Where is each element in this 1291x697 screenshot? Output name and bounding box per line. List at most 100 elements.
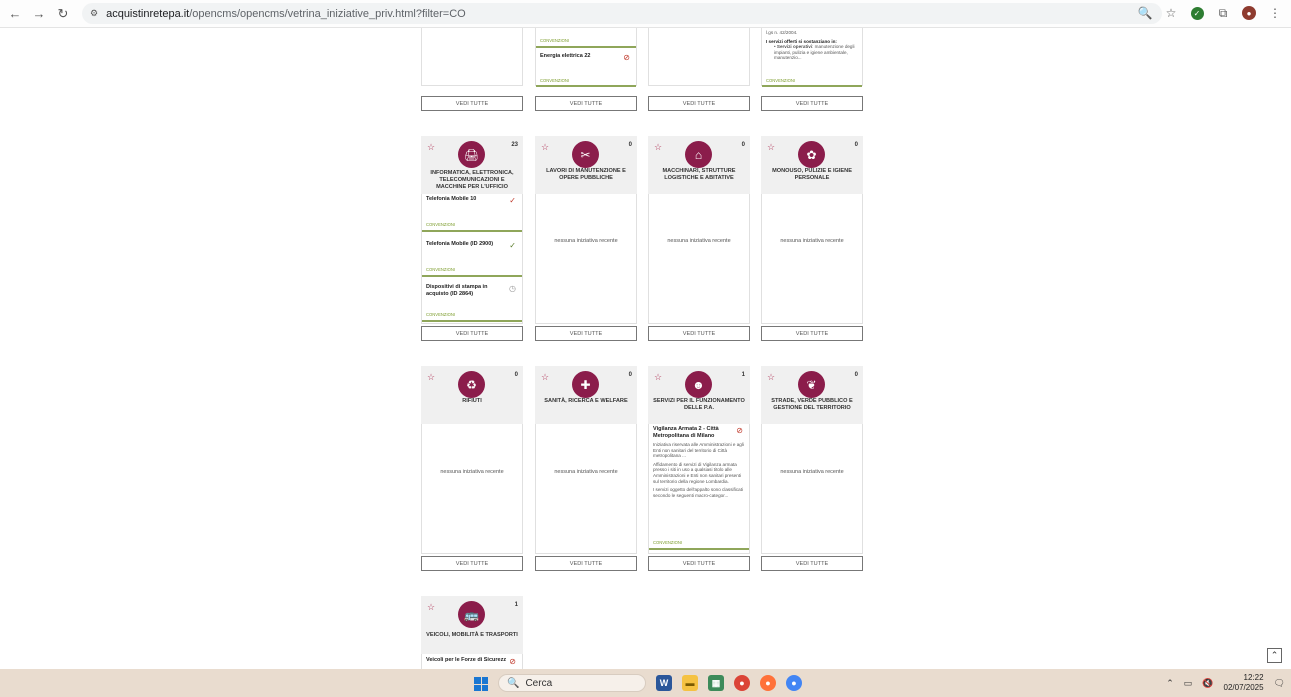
back-icon[interactable]: ← [6,5,24,23]
printer-icon: 🖨 [458,141,485,168]
divider [649,548,749,550]
image-viewer-icon[interactable]: ▦ [708,675,724,691]
system-tray: ⌃ ▭ 🔇 12:22 02/07/2025 🗨 [1166,673,1285,693]
taskbar-search[interactable]: 🔍 Cerca [498,674,646,692]
initiative-item[interactable]: Veicoli per le Forze di Sicurezza 6 ⊘ [422,657,522,666]
favorite-star-icon[interactable]: ☆ [767,372,775,383]
initiative-tag: CONVENZIONI [766,78,796,83]
empty-state-text: nessuna iniziativa recente [554,469,618,475]
clock[interactable]: 12:22 02/07/2025 [1224,673,1264,693]
health-icon: ✚ [572,371,599,398]
favorite-star-icon[interactable]: ☆ [427,372,435,383]
divider [422,320,522,322]
status-circle-check-icon: ⊘ [509,657,516,666]
initiative-tag: CONVENZIONI [426,267,456,272]
bus-icon: 🚌 [458,601,485,628]
favorite-star-icon[interactable]: ☆ [767,142,775,153]
address-bar[interactable]: ⚙ acquistinretepa.it /opencms/opencms/ve… [82,3,1162,24]
firefox-app-icon[interactable]: ● [760,675,776,691]
vedi-tutte-button[interactable]: VEDI TUTTE [421,326,523,341]
initiative-item[interactable]: Vigilanza Armata 2 - Città Metropolitana… [649,426,749,498]
divider [536,46,636,48]
favorite-star-icon[interactable]: ☆ [654,142,662,153]
menu-kebab-icon[interactable]: ⋮ [1267,5,1283,21]
category-card [421,28,523,86]
card-header: ☆ 1 ☻ SERVIZI PER IL FUNZIONAMENTO DELLE… [648,366,750,424]
spray-icon: ✿ [798,141,825,168]
initiative-item[interactable]: Dispositivi di stampa in acquisto (ID 28… [422,284,522,297]
favorite-star-icon[interactable]: ☆ [427,602,435,613]
category-title[interactable]: RIFIUTI [425,398,519,405]
favorite-star-icon[interactable]: ☆ [427,142,435,153]
chrome-profile-app-icon[interactable]: ● [786,675,802,691]
leaf-road-icon: ❦ [798,371,825,398]
chevron-up-icon[interactable]: ⌃ [1166,678,1174,689]
card-header: ☆ 0 ♻ RIFIUTI [421,366,523,424]
favorite-star-icon[interactable]: ☆ [654,372,662,383]
vedi-tutte-button[interactable]: VEDI TUTTE [761,556,863,571]
category-title[interactable]: SANITÀ, RICERCA E WELFARE [539,398,633,405]
category-title[interactable]: STRADE, VERDE PUBBLICO E GESTIONE DEL TE… [765,398,859,412]
category-title[interactable]: INFORMATICA, ELETTRONICA, TELECOMUNICAZI… [425,170,519,191]
truck-icon: ⌂ [685,141,712,168]
chrome-app-icon[interactable]: ● [734,675,750,691]
initiative-title: Vigilanza Armata 2 - Città Metropolitana… [653,426,719,439]
clock-date: 02/07/2025 [1223,683,1264,692]
zoom-icon[interactable]: 🔍 [1137,5,1153,21]
vedi-tutte-button[interactable]: VEDI TUTTE [421,96,523,111]
notifications-icon[interactable]: 🗨 [1274,678,1285,689]
extension-check-icon[interactable]: ✓ [1189,5,1205,21]
word-app-icon[interactable]: W [656,675,672,691]
reload-icon[interactable]: ↻ [54,5,72,23]
vedi-tutte-button[interactable]: VEDI TUTTE [535,96,637,111]
category-title[interactable]: MACCHINARI, STRUTTURE LOGISTICHE E ABITA… [652,168,746,182]
initiative-count: 0 [854,142,858,148]
initiative-count: 23 [511,142,518,148]
favorite-star-icon[interactable]: ☆ [541,142,549,153]
vedi-tutte-button[interactable]: VEDI TUTTE [761,326,863,341]
url-path: /opencms/opencms/vetrina_iniziative_priv… [189,7,466,20]
vedi-tutte-button[interactable]: VEDI TUTTE [535,556,637,571]
initiative-count: 0 [741,142,745,148]
category-title[interactable]: MONOUSO, PULIZIE E IGIENE PERSONALE [765,168,859,182]
network-icon[interactable]: ▭ [1184,678,1193,689]
initiative-desc: Affidamento di servizi di Vigilanza arma… [653,461,742,484]
initiative-count: 0 [628,142,632,148]
profile-avatar[interactable]: ● [1241,5,1257,21]
initiative-count: 0 [628,372,632,378]
vedi-tutte-button[interactable]: VEDI TUTTE [761,96,863,111]
initiative-item[interactable]: Energia elettrica 22 ⊘ [536,53,636,62]
vedi-tutte-button[interactable]: VEDI TUTTE [648,556,750,571]
browser-toolbar: ← → ↻ ⚙ acquistinretepa.it /opencms/open… [0,0,1291,28]
bookmark-star-icon[interactable]: ☆ [1163,5,1179,21]
vedi-tutte-button[interactable]: VEDI TUTTE [421,556,523,571]
empty-state-text: nessuna iniziativa recente [667,238,731,244]
initiative-item[interactable]: Telefonia Mobile 10 ✓ [422,196,522,205]
url-host: acquistinretepa.it [106,7,190,20]
category-card: CONVENZIONI Energia elettrica 22 ⊘ CONVE… [535,28,637,87]
category-title[interactable]: SERVIZI PER IL FUNZIONAMENTO DELLE P.A. [652,398,746,412]
tools-icon: ✂ [572,141,599,168]
initiative-desc: Iniziativa riservata alle Amministrazion… [653,442,744,459]
volume-muted-icon[interactable]: 🔇 [1202,678,1213,689]
vedi-tutte-button[interactable]: VEDI TUTTE [648,326,750,341]
favorite-star-icon[interactable]: ☆ [541,372,549,383]
vedi-tutte-button[interactable]: VEDI TUTTE [535,326,637,341]
initiative-count: 0 [854,372,858,378]
empty-state-text: nessuna iniziativa recente [440,469,504,475]
windows-start-icon[interactable] [474,677,488,691]
extensions-puzzle-icon[interactable]: ⧉ [1215,5,1231,21]
forward-icon[interactable]: → [30,5,48,23]
category-card-macchinari: ☆ 0 ⌂ MACCHINARI, STRUTTURE LOGISTICHE E… [648,136,750,324]
category-title[interactable]: VEICOLI, MOBILITÀ E TRASPORTI [425,632,519,639]
vedi-tutte-button[interactable]: VEDI TUTTE [648,96,750,111]
divider [422,230,522,232]
site-info-icon[interactable]: ⚙ [90,8,98,19]
card-header: ☆ 0 ✿ MONOUSO, PULIZIE E IGIENE PERSONAL… [761,136,863,194]
file-explorer-icon[interactable]: ▬ [682,675,698,691]
category-title[interactable]: LAVORI DI MANUTENZIONE E OPERE PUBBLICHE [539,168,633,182]
scroll-to-top-button[interactable]: ⌃ [1267,648,1282,663]
initiative-item[interactable]: Telefonia Mobile (ID 2900) ✓ [422,241,522,250]
initiative-tag: CONVENZIONI [540,78,570,83]
status-circle-check-icon: ⊘ [623,53,630,62]
